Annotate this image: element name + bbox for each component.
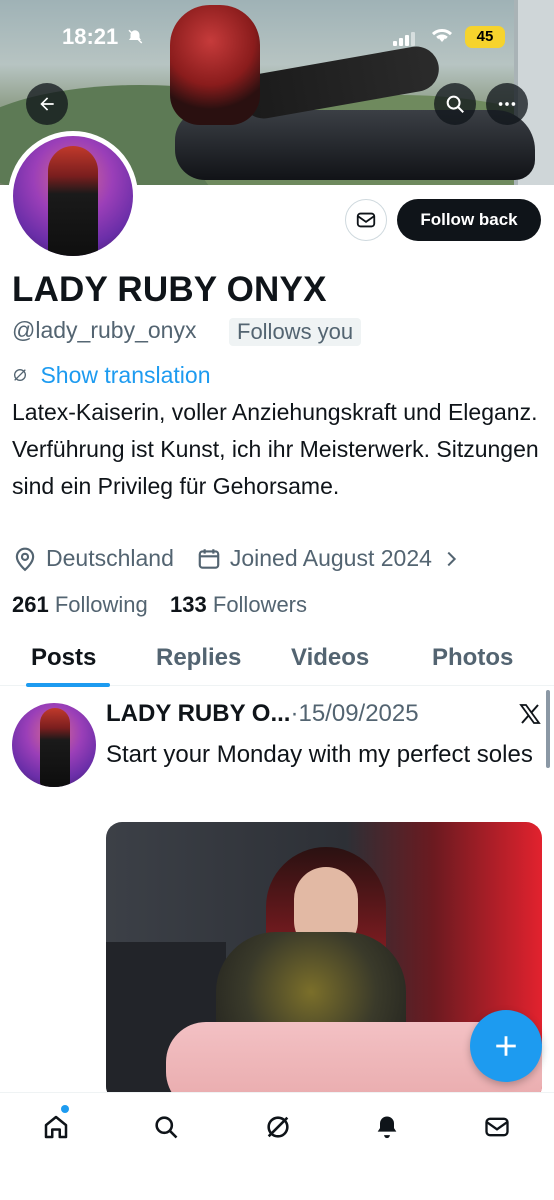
chevron-right-icon[interactable] bbox=[440, 548, 462, 570]
back-button[interactable] bbox=[26, 83, 68, 125]
post-author-avatar[interactable] bbox=[12, 703, 96, 787]
profile-avatar[interactable] bbox=[8, 131, 138, 261]
envelope-icon bbox=[356, 212, 376, 228]
followers-label: Followers bbox=[212, 592, 308, 617]
profile-name: LADY RUBY ONYX bbox=[12, 270, 327, 309]
arrow-left-icon bbox=[40, 97, 54, 111]
nav-grok[interactable] bbox=[258, 1107, 298, 1147]
more-button[interactable] bbox=[486, 83, 528, 125]
following-label: Following bbox=[54, 592, 148, 617]
plus-icon bbox=[496, 1036, 516, 1056]
nav-notifications[interactable] bbox=[367, 1107, 407, 1147]
tab-photos[interactable]: Photos bbox=[432, 644, 513, 672]
grok-icon bbox=[12, 369, 32, 387]
search-button[interactable] bbox=[434, 83, 476, 125]
post-author-name[interactable]: LADY RUBY O... bbox=[106, 700, 290, 727]
notification-dot bbox=[61, 1105, 69, 1113]
show-translation-link[interactable]: Show translation bbox=[12, 362, 211, 389]
scrollbar[interactable] bbox=[546, 690, 550, 768]
message-button[interactable] bbox=[345, 199, 387, 241]
profile-location: Deutschland bbox=[46, 545, 174, 571]
calendar-icon bbox=[198, 548, 220, 569]
tab-videos[interactable]: Videos bbox=[291, 644, 369, 672]
battery-indicator: 45 bbox=[465, 26, 505, 48]
avatar-figure bbox=[40, 708, 70, 787]
nav-messages[interactable] bbox=[477, 1107, 517, 1147]
profile-meta: Deutschland Joined August 2024 bbox=[12, 545, 462, 572]
followers-stat[interactable]: 133 Followers bbox=[170, 592, 307, 617]
more-icon bbox=[498, 102, 516, 106]
x-logo-icon bbox=[518, 702, 542, 733]
search-icon bbox=[446, 95, 464, 113]
nav-home[interactable] bbox=[36, 1107, 76, 1147]
bell-icon bbox=[377, 1116, 397, 1139]
post-text: Start your Monday with my perfect soles bbox=[106, 741, 533, 768]
follows-you-badge: Follows you bbox=[229, 318, 362, 346]
post-date: 15/09/2025 bbox=[298, 700, 419, 727]
follow-stats: 261 Following 133 Followers bbox=[12, 592, 307, 618]
status-time: 18:21 bbox=[62, 24, 119, 49]
search-icon bbox=[155, 1116, 178, 1139]
following-stat[interactable]: 261 Following bbox=[12, 592, 148, 617]
show-translation-label: Show translation bbox=[40, 362, 211, 388]
post-header: LADY RUBY O...·15/09/2025 bbox=[106, 700, 419, 728]
following-count: 261 bbox=[12, 592, 49, 617]
followers-count: 133 bbox=[170, 592, 207, 617]
tab-replies[interactable]: Replies bbox=[156, 644, 241, 672]
cellular-signal-icon bbox=[393, 32, 417, 46]
avatar-figure bbox=[48, 146, 98, 256]
nav-search[interactable] bbox=[146, 1107, 186, 1147]
tab-posts[interactable]: Posts bbox=[31, 644, 96, 672]
home-icon bbox=[44, 1115, 68, 1139]
bottom-navigation bbox=[0, 1092, 554, 1200]
profile-bio: Latex-Kaiserin, voller Anziehungskraft u… bbox=[12, 399, 539, 499]
profile-tabs: Posts Replies Videos Photos bbox=[0, 636, 554, 686]
location-pin-icon bbox=[15, 547, 35, 571]
status-bar: 18:21 45 bbox=[0, 22, 554, 52]
profile-handle: @lady_ruby_onyx bbox=[12, 317, 197, 343]
follow-back-button[interactable]: Follow back bbox=[397, 199, 541, 241]
wifi-icon bbox=[430, 26, 454, 49]
grok-icon bbox=[267, 1116, 289, 1138]
compose-button[interactable] bbox=[470, 1010, 542, 1082]
do-not-disturb-icon bbox=[126, 28, 144, 51]
active-tab-indicator bbox=[26, 683, 110, 687]
envelope-icon bbox=[485, 1117, 509, 1137]
profile-joined-date[interactable]: Joined August 2024 bbox=[230, 545, 432, 572]
